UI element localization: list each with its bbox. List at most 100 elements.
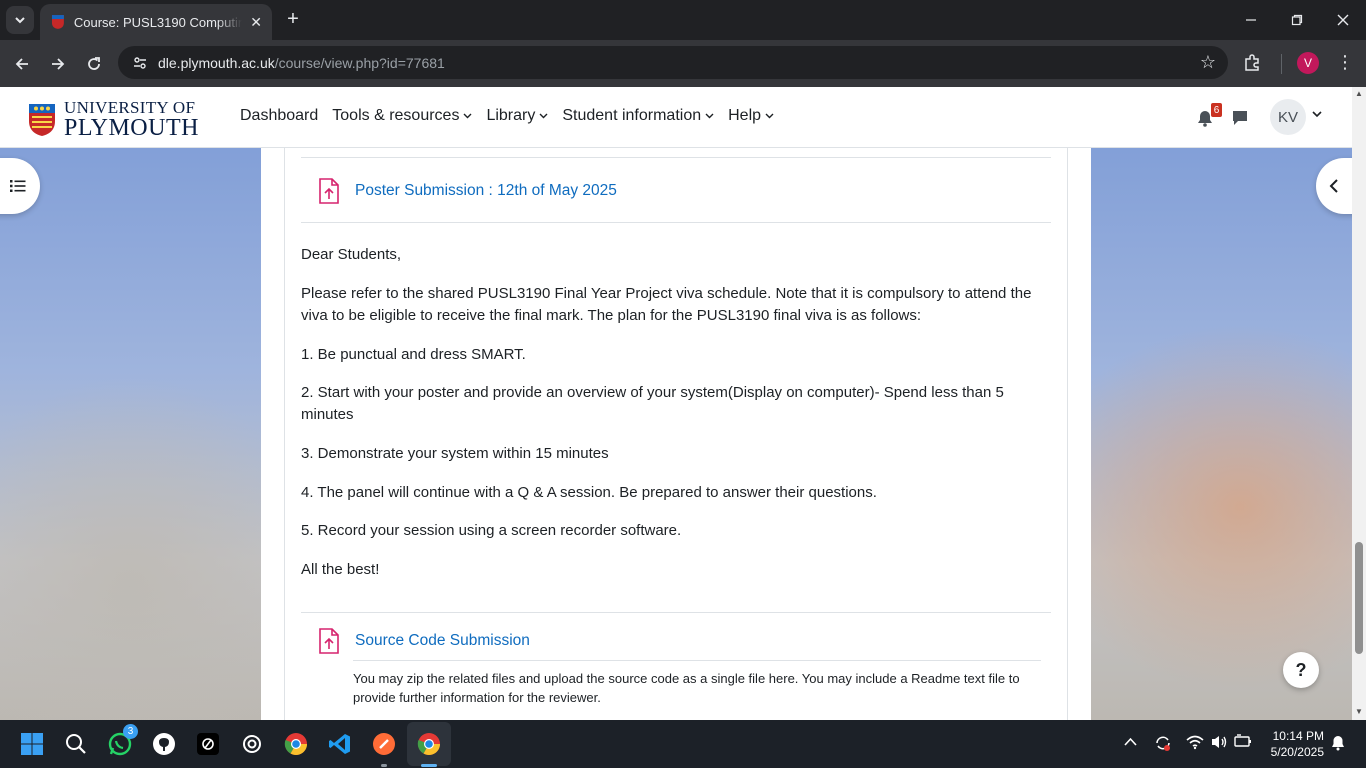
divider bbox=[301, 222, 1051, 223]
block-drawer-toggle[interactable] bbox=[1316, 158, 1352, 214]
page-viewport: Poster Submission : 12th of May 2025 Dea… bbox=[0, 87, 1352, 720]
course-content-panel: Poster Submission : 12th of May 2025 Dea… bbox=[261, 87, 1091, 720]
postman-taskbar-button[interactable] bbox=[370, 730, 398, 758]
browser-tab-active[interactable]: Course: PUSL3190 Computing Individual Pr… bbox=[40, 4, 272, 40]
tab-close-icon[interactable]: ✕ bbox=[250, 14, 262, 31]
scroll-up-arrow-icon[interactable]: ▲ bbox=[1354, 89, 1364, 98]
postman-icon bbox=[373, 733, 395, 755]
minimize-button[interactable] bbox=[1228, 0, 1274, 40]
activity-source-code-submission[interactable]: Source Code Submission bbox=[317, 627, 530, 655]
point-3: 3. Demonstrate your system within 15 min… bbox=[301, 445, 609, 462]
activity-poster-submission[interactable]: Poster Submission : 12th of May 2025 bbox=[317, 177, 617, 205]
restore-icon bbox=[1291, 14, 1303, 26]
nav-dashboard[interactable]: Dashboard bbox=[240, 107, 318, 125]
point-2: 2. Start with your poster and provide an… bbox=[301, 384, 1004, 423]
nav-tools-resources[interactable]: Tools & resources bbox=[332, 107, 472, 125]
search-button[interactable] bbox=[62, 730, 90, 758]
windows-logo-icon bbox=[21, 733, 43, 755]
address-bar[interactable]: dle.plymouth.ac.uk/course/view.php?id=77… bbox=[118, 46, 1228, 79]
notification-count-badge: 6 bbox=[1211, 103, 1222, 117]
clock-time: 10:14 PM bbox=[1272, 729, 1324, 743]
closing-text: All the best! bbox=[301, 561, 380, 578]
volume-icon[interactable] bbox=[1210, 734, 1228, 750]
university-favicon-icon bbox=[51, 15, 64, 29]
system-clock[interactable]: 10:14 PM 5/20/2025 bbox=[1262, 728, 1324, 760]
point-5: 5. Record your session using a screen re… bbox=[301, 522, 682, 539]
list-icon bbox=[10, 180, 26, 192]
chevron-down-icon bbox=[539, 113, 548, 119]
chatgpt-icon bbox=[243, 735, 261, 753]
whatsapp-unread-badge: 3 bbox=[123, 724, 138, 739]
chevron-down-icon[interactable] bbox=[1312, 111, 1322, 118]
source-code-description: You may zip the related files and upload… bbox=[353, 671, 1020, 705]
page-scrollbar[interactable]: ▲ ▼ bbox=[1352, 87, 1366, 720]
nav-help-label: Help bbox=[728, 107, 762, 124]
browser-menu-icon[interactable]: ⋮ bbox=[1336, 52, 1354, 73]
chrome-icon bbox=[284, 733, 307, 755]
sync-icon[interactable] bbox=[1154, 734, 1172, 752]
message-drawer-icon[interactable] bbox=[1231, 109, 1249, 127]
chrome-taskbar-button[interactable] bbox=[282, 730, 310, 758]
vscode-icon bbox=[329, 734, 350, 754]
search-icon bbox=[66, 734, 86, 754]
user-avatar[interactable]: KV bbox=[1270, 99, 1306, 135]
wifi-icon[interactable] bbox=[1186, 734, 1204, 750]
nav-student-info-label: Student information bbox=[562, 107, 702, 124]
site-info-icon[interactable] bbox=[132, 55, 148, 71]
terminal-app-taskbar-button[interactable] bbox=[194, 730, 222, 758]
course-index-toggle[interactable] bbox=[0, 158, 40, 214]
chevron-up-icon[interactable] bbox=[1124, 737, 1137, 746]
profile-avatar[interactable]: V bbox=[1297, 52, 1319, 74]
scroll-down-arrow-icon[interactable]: ▼ bbox=[1354, 707, 1364, 716]
university-logo[interactable]: UNIVERSITY OF PLYMOUTH bbox=[28, 99, 199, 140]
restore-button[interactable] bbox=[1274, 0, 1320, 40]
github-icon bbox=[153, 733, 175, 755]
nav-library[interactable]: Library bbox=[486, 107, 548, 125]
close-window-button[interactable] bbox=[1320, 0, 1366, 40]
divider bbox=[353, 660, 1041, 661]
battery-icon[interactable] bbox=[1234, 734, 1252, 748]
assignment-upload-icon bbox=[319, 628, 339, 654]
github-taskbar-button[interactable] bbox=[150, 730, 178, 758]
poster-submission-link[interactable]: Poster Submission : 12th of May 2025 bbox=[355, 182, 617, 200]
scrollbar-thumb[interactable] bbox=[1355, 542, 1363, 654]
nav-help[interactable]: Help bbox=[728, 107, 774, 125]
browser-toolbar: dle.plymouth.ac.uk/course/view.php?id=77… bbox=[0, 40, 1366, 87]
nav-dashboard-label: Dashboard bbox=[240, 107, 319, 124]
intro-paragraph: Please refer to the shared PUSL3190 Fina… bbox=[301, 285, 1032, 324]
app-icon bbox=[197, 733, 219, 755]
reload-icon bbox=[88, 57, 100, 70]
notification-center-icon[interactable] bbox=[1331, 735, 1345, 751]
start-button[interactable] bbox=[18, 730, 46, 758]
minimize-icon bbox=[1246, 19, 1256, 21]
chevron-down-icon bbox=[705, 113, 714, 119]
chrome-icon bbox=[417, 733, 440, 755]
extensions-icon[interactable] bbox=[1243, 52, 1263, 77]
tab-title: Course: PUSL3190 Computing Individual Pr… bbox=[73, 14, 243, 30]
chrome-active-taskbar-button[interactable] bbox=[415, 730, 443, 758]
forward-button[interactable] bbox=[44, 50, 72, 78]
arrow-left-icon bbox=[15, 58, 28, 70]
source-code-submission-link[interactable]: Source Code Submission bbox=[355, 632, 530, 650]
primary-navigation: Dashboard Tools & resources Library Stud… bbox=[240, 107, 774, 125]
back-button[interactable] bbox=[8, 50, 36, 78]
chevron-down-icon bbox=[15, 17, 25, 24]
vscode-taskbar-button[interactable] bbox=[326, 730, 354, 758]
university-crest-icon bbox=[29, 103, 55, 136]
reload-button[interactable] bbox=[80, 50, 108, 78]
chatgpt-taskbar-button[interactable] bbox=[238, 730, 266, 758]
nav-student-information[interactable]: Student information bbox=[562, 107, 714, 125]
divider bbox=[301, 157, 1051, 158]
bookmark-star-icon[interactable]: ☆ bbox=[1200, 52, 1216, 73]
arrow-right-icon bbox=[52, 58, 65, 70]
new-tab-button[interactable]: + bbox=[282, 8, 304, 30]
help-button[interactable]: ? bbox=[1283, 652, 1319, 688]
whatsapp-taskbar-button[interactable]: 3 bbox=[106, 724, 138, 758]
logo-line-1: UNIVERSITY OF bbox=[64, 98, 196, 117]
browser-tab-bar: Course: PUSL3190 Computing Individual Pr… bbox=[0, 0, 1366, 40]
chevron-down-icon bbox=[765, 113, 774, 119]
nav-library-label: Library bbox=[486, 107, 536, 124]
site-navbar: UNIVERSITY OF PLYMOUTH Dashboard Tools &… bbox=[0, 87, 1352, 148]
course-section: Poster Submission : 12th of May 2025 Dea… bbox=[284, 87, 1068, 720]
tab-search-button[interactable] bbox=[6, 6, 34, 34]
